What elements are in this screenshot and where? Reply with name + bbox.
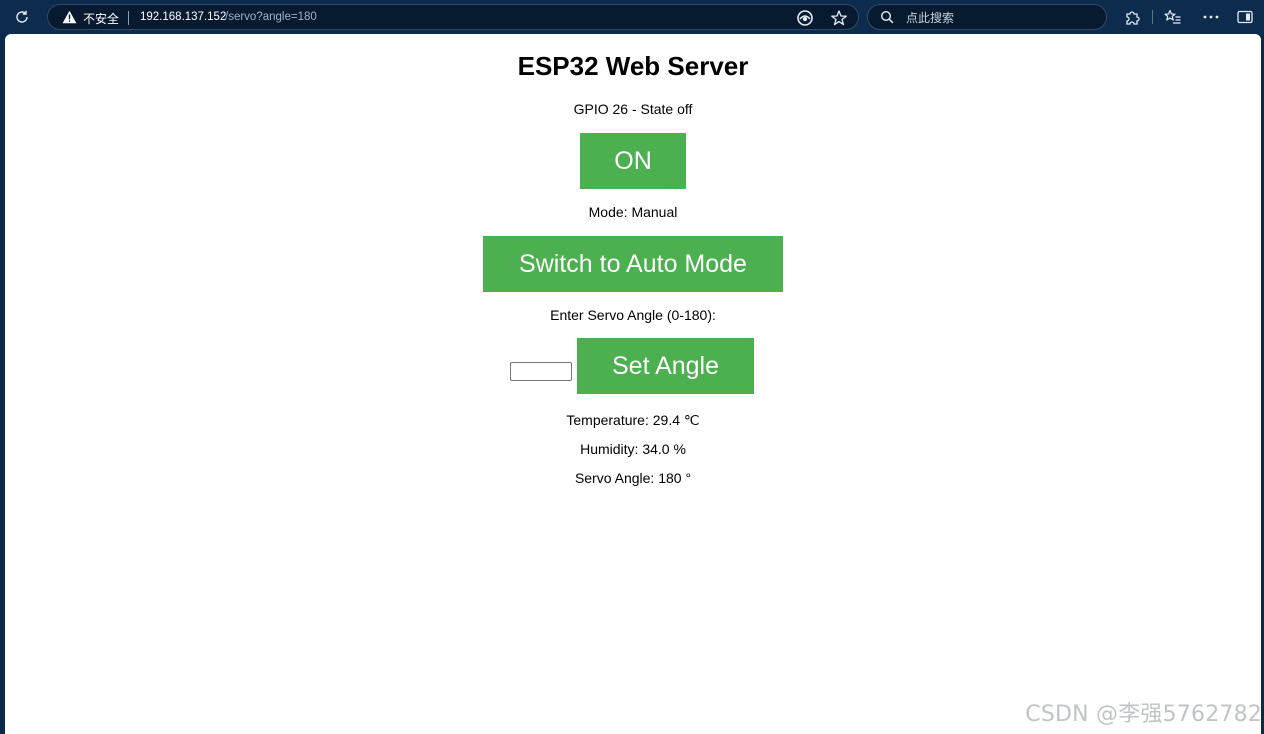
read-aloud-button[interactable] — [796, 9, 814, 32]
toolbar-divider — [1152, 10, 1153, 24]
watermark: CSDN @李强5762782 — [1025, 702, 1262, 727]
set-angle-button[interactable]: Set Angle — [577, 338, 754, 394]
browser-toolbar: 不安全 192.168.137.152 /servo?angle=180 — [0, 0, 1264, 34]
search-icon — [880, 10, 894, 24]
humidity-reading: Humidity: 34.0 % — [580, 441, 686, 457]
on-button[interactable]: ON — [580, 133, 686, 189]
edge-copilot-icon — [797, 10, 813, 26]
more-menu-button[interactable] — [1201, 7, 1221, 27]
favorites-list-icon — [1164, 9, 1181, 24]
favorites-button[interactable] — [1163, 7, 1183, 27]
address-divider — [128, 11, 129, 25]
temperature-reading: Temperature: 29.4 ℃ — [566, 412, 700, 428]
security-label[interactable]: 不安全 — [83, 10, 119, 27]
puzzle-icon — [1126, 11, 1140, 25]
refresh-button[interactable] — [10, 6, 34, 28]
url-path[interactable]: /servo?angle=180 — [225, 11, 317, 23]
search-box[interactable] — [867, 4, 1107, 30]
extensions-button[interactable] — [1122, 7, 1142, 27]
page-title: ESP32 Web Server — [517, 51, 749, 81]
mode-status: Mode: Manual — [588, 204, 678, 220]
servo-angle-prompt: Enter Servo Angle (0-180): — [550, 307, 716, 323]
warning-icon[interactable] — [62, 10, 77, 24]
gpio-status: GPIO 26 - State off — [573, 101, 693, 117]
switch-mode-button[interactable]: Switch to Auto Mode — [483, 236, 783, 292]
servo-angle-input[interactable] — [510, 362, 572, 381]
favorite-button[interactable] — [830, 9, 848, 32]
star-icon — [831, 10, 847, 26]
address-bar[interactable]: 不安全 192.168.137.152 /servo?angle=180 — [47, 4, 859, 30]
sidebar-toggle-button[interactable] — [1235, 7, 1255, 27]
sidebar-icon — [1237, 10, 1253, 24]
url-host[interactable]: 192.168.137.152 — [140, 11, 226, 23]
refresh-icon — [16, 10, 28, 23]
more-icon — [1203, 15, 1219, 19]
search-input[interactable] — [904, 8, 1098, 28]
web-page: ESP32 Web Server GPIO 26 - State off ON … — [5, 34, 1261, 734]
servo-angle-reading: Servo Angle: 180 ° — [574, 470, 692, 486]
